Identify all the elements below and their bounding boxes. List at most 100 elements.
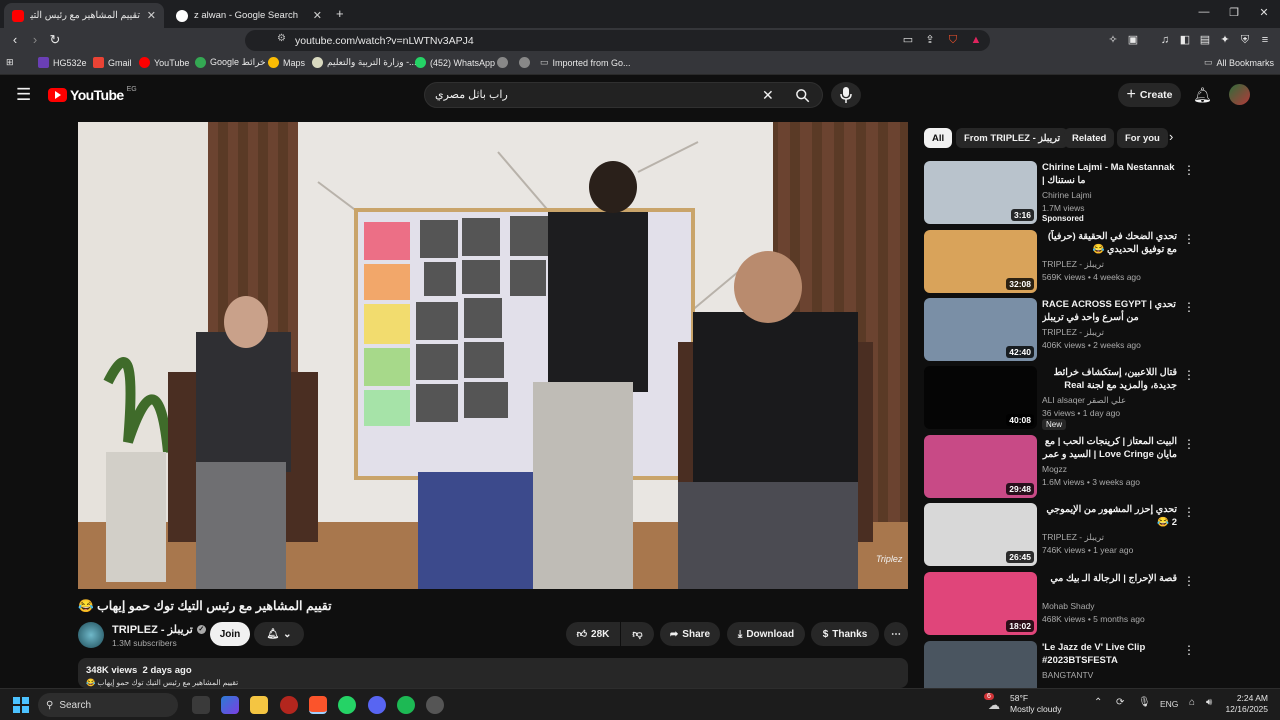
extensions-icon[interactable]: ✧ bbox=[1106, 33, 1120, 47]
video-thumbnail[interactable]: 42:40 bbox=[924, 298, 1037, 361]
spotify-icon[interactable] bbox=[397, 696, 415, 714]
forward-icon[interactable]: › bbox=[26, 32, 44, 48]
recommendation-item[interactable]: 32:08 تحدي الضحك في الحقيقة (حرفياً) مع ت… bbox=[924, 230, 1195, 294]
vpn-icon[interactable]: ⛨ bbox=[1238, 33, 1252, 47]
app-clock-icon[interactable] bbox=[426, 696, 444, 714]
tray-overflow-icon[interactable]: ⌃ bbox=[1094, 697, 1102, 708]
bookmark-gmail[interactable]: Gmail bbox=[93, 57, 132, 68]
brave-rewards-icon[interactable]: ▲ bbox=[969, 33, 983, 47]
more-vertical-icon[interactable]: ⋮ bbox=[1183, 368, 1195, 382]
search-button[interactable] bbox=[783, 82, 823, 108]
minimize-icon[interactable]: — bbox=[1194, 6, 1214, 18]
menu-icon[interactable]: ≡ bbox=[1258, 33, 1272, 47]
more-vertical-icon[interactable]: ⋮ bbox=[1183, 163, 1195, 177]
restore-icon[interactable]: ❐ bbox=[1224, 6, 1244, 19]
url-field[interactable]: ⚙ youtube.com/watch?v=nLWTNv3APJ4 bbox=[245, 30, 990, 51]
media-icon[interactable]: ♫ bbox=[1158, 33, 1172, 47]
subscribe-notifications-button[interactable]: 🔔︎ ⌄ bbox=[254, 622, 304, 646]
cast-icon[interactable]: ▭ bbox=[901, 33, 915, 47]
clear-search-icon[interactable]: ✕ bbox=[762, 87, 774, 104]
volume-icon[interactable]: 🔊︎ bbox=[1206, 697, 1212, 708]
more-vertical-icon[interactable]: ⋮ bbox=[1183, 643, 1195, 657]
youtube-logo[interactable]: YouTube EG bbox=[48, 86, 137, 103]
bookmark-hg532e[interactable]: HG532e bbox=[38, 57, 87, 68]
video-thumbnail[interactable]: 29:48 bbox=[924, 435, 1037, 498]
video-thumbnail[interactable]: 3:16 bbox=[924, 161, 1037, 224]
more-vertical-icon[interactable]: ⋮ bbox=[1183, 300, 1195, 314]
apps-icon[interactable]: ⊞ bbox=[6, 57, 14, 68]
bookmark-google-maps-ar[interactable]: Google خرائط bbox=[195, 57, 266, 68]
chip-from-channel[interactable]: From TRIPLEZ - تريبلز bbox=[956, 128, 1069, 148]
recommendation-title[interactable]: قصة الإحراج | الرجالة الـ بيك مي bbox=[1042, 572, 1177, 585]
chip-related[interactable]: Related bbox=[1064, 128, 1115, 148]
more-vertical-icon[interactable]: ⋮ bbox=[1183, 232, 1195, 246]
download-button[interactable]: ⤓ Download bbox=[727, 622, 805, 646]
site-info-icon[interactable]: ⚙ bbox=[277, 33, 286, 44]
brave-shield-icon[interactable]: ⛉ bbox=[946, 33, 960, 47]
sidebar-icon[interactable]: ◧ bbox=[1178, 33, 1192, 47]
more-actions-button[interactable]: ⋯ bbox=[884, 622, 908, 646]
chip-all[interactable]: All bbox=[924, 128, 953, 148]
more-vertical-icon[interactable]: ⋮ bbox=[1183, 574, 1195, 588]
join-button[interactable]: Join bbox=[210, 622, 250, 646]
tab-youtube[interactable]: تقييم المشاهير مع رئيس التيك توك ✕ bbox=[4, 3, 164, 28]
windows-start-icon[interactable] bbox=[13, 697, 29, 713]
thanks-button[interactable]: $ Thanks bbox=[811, 622, 879, 646]
video-thumbnail[interactable]: 18:02 bbox=[924, 572, 1037, 635]
close-icon[interactable]: ✕ bbox=[147, 9, 156, 22]
close-icon[interactable]: ✕ bbox=[313, 9, 322, 22]
avatar[interactable] bbox=[1229, 84, 1250, 105]
voice-search-button[interactable] bbox=[831, 82, 861, 108]
task-view-icon[interactable] bbox=[192, 696, 210, 714]
taskbar-search[interactable]: ⚲ Search bbox=[38, 693, 178, 717]
more-vertical-icon[interactable]: ⋮ bbox=[1183, 437, 1195, 451]
tab-search-icon[interactable]: ▣ bbox=[1126, 33, 1140, 47]
hamburger-menu-icon[interactable]: ☰ bbox=[16, 85, 31, 105]
app-red-icon[interactable] bbox=[280, 696, 298, 714]
recommendation-title[interactable]: 'Le Jazz de V' Live Clip #2023BTSFESTA bbox=[1042, 641, 1177, 667]
network-icon[interactable]: ⌂ bbox=[1189, 697, 1195, 708]
file-explorer-icon[interactable] bbox=[250, 696, 268, 714]
video-thumbnail[interactable]: 26:45 bbox=[924, 503, 1037, 566]
recommendation-title[interactable]: Chirine Lajmi - Ma Nestannak | ما نستناك bbox=[1042, 161, 1177, 187]
share-icon[interactable]: ⇪ bbox=[923, 33, 937, 47]
create-button[interactable]: + Create bbox=[1118, 83, 1181, 107]
recommendation-title[interactable]: تحدي الضحك في الحقيقة (حرفياً) مع توفيق … bbox=[1042, 230, 1177, 256]
video-thumbnail[interactable]: 40:08 bbox=[924, 366, 1037, 429]
recommendation-item[interactable]: 40:08 قتال اللاعبين، إستكشاف خرائط جديدة،… bbox=[924, 366, 1195, 430]
close-window-icon[interactable]: ✕ bbox=[1254, 6, 1274, 19]
recommendation-title[interactable]: RACE ACROSS EGYPT | تحدي من أسرع واحد في… bbox=[1042, 298, 1177, 324]
recommendation-item[interactable]: 29:48 البيت المعتاز | كرينجات الحب | مع م… bbox=[924, 435, 1195, 499]
clock[interactable]: 2:24 AM 12/16/2025 bbox=[1222, 693, 1268, 715]
video-player[interactable]: Triplez bbox=[78, 122, 908, 589]
chevron-right-icon[interactable]: › bbox=[1169, 129, 1173, 144]
all-bookmarks[interactable]: ▭ All Bookmarks bbox=[1204, 57, 1274, 68]
more-vertical-icon[interactable]: ⋮ bbox=[1183, 505, 1195, 519]
channel-name[interactable]: TRIPLEZ - تريبلز ✓ bbox=[112, 623, 206, 636]
like-button[interactable]: 👍︎ 28K bbox=[566, 622, 620, 646]
notifications-bell-icon[interactable]: 🔔︎ bbox=[1193, 86, 1212, 104]
sync-icon[interactable]: ⟳ bbox=[1116, 697, 1124, 708]
description-box[interactable]: 348K views 2 days ago تقييم المشاهير مع … bbox=[78, 658, 908, 688]
chip-for-you[interactable]: For you bbox=[1117, 128, 1168, 148]
bookmark-youtube[interactable]: YouTube bbox=[139, 57, 189, 68]
brave-taskbar-icon[interactable] bbox=[309, 696, 327, 714]
bookmark-globe-2[interactable] bbox=[519, 57, 530, 68]
recommendation-item[interactable]: 3:16 Chirine Lajmi - Ma Nestannak | ما نس… bbox=[924, 161, 1195, 225]
video-thumbnail[interactable]: 32:08 bbox=[924, 230, 1037, 293]
bookmark-ministry[interactable]: وزارة التربية والتعليم -... bbox=[312, 57, 417, 68]
copilot-icon[interactable] bbox=[221, 696, 239, 714]
microphone-tray-icon[interactable]: 🎙︎ bbox=[1138, 697, 1151, 708]
recommendation-item[interactable]: 26:45 تحدي إحزر المشهور من الإيموجي 2 😂 TR… bbox=[924, 503, 1195, 567]
bookmark-imported-folder[interactable]: ▭ Imported from Go... bbox=[540, 57, 631, 68]
recommendation-title[interactable]: قتال اللاعبين، إستكشاف خرائط جديدة، والم… bbox=[1042, 366, 1177, 392]
new-tab-button[interactable]: + bbox=[336, 6, 344, 21]
leo-ai-icon[interactable]: ✦ bbox=[1218, 33, 1232, 47]
recommendation-title[interactable]: تحدي إحزر المشهور من الإيموجي 2 😂 bbox=[1042, 503, 1177, 529]
whatsapp-taskbar-icon[interactable] bbox=[338, 696, 356, 714]
bookmark-whatsapp[interactable]: (452) WhatsApp bbox=[415, 57, 495, 68]
recommendation-title[interactable]: البيت المعتاز | كرينجات الحب | مع مايان … bbox=[1042, 435, 1177, 461]
back-icon[interactable]: ‹ bbox=[6, 32, 24, 48]
recommendation-item[interactable]: 18:02 قصة الإحراج | الرجالة الـ بيك مي Moh… bbox=[924, 572, 1195, 636]
discord-icon[interactable] bbox=[368, 696, 386, 714]
